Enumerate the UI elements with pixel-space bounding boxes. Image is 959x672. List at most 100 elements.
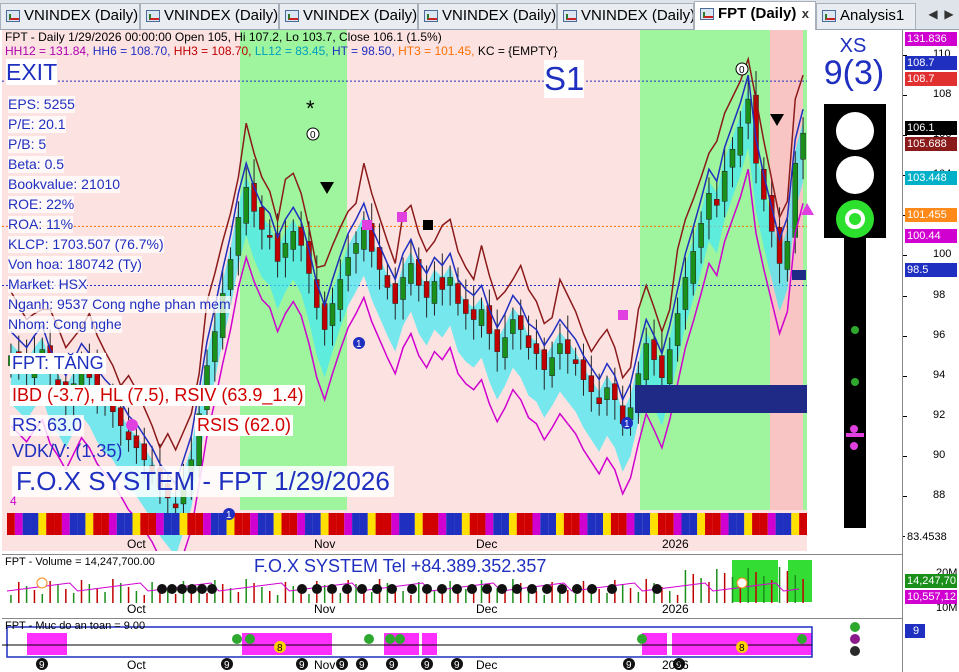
signal-strip-cell — [595, 513, 604, 535]
fundamental-item: Beta: 0.5 — [8, 156, 65, 173]
signal-zero-text: 0 — [310, 130, 316, 141]
chart-tab-icon — [700, 8, 714, 20]
volume-tag: 10,557,12 — [905, 590, 957, 604]
price-tag: 83.4538 — [905, 530, 957, 544]
candle-body — [431, 281, 438, 304]
candle-body — [361, 227, 367, 250]
tab-scroll-right-icon[interactable]: ▶ — [942, 6, 956, 22]
signal-strip-cell — [195, 513, 204, 535]
tab-5[interactable]: FPT (Daily) x — [694, 1, 816, 30]
xs-count: 9(3) — [823, 54, 885, 92]
fundamental-item: KLCP: 1703.507 (76.7%) — [8, 236, 164, 253]
axis-tick — [903, 95, 907, 97]
price-tag: 103.448 — [905, 171, 957, 185]
x-axis-label: 2026 — [662, 537, 689, 551]
signal-strip-cell — [446, 513, 455, 535]
black-square-icon — [423, 220, 433, 230]
black-dot-icon — [207, 584, 217, 594]
volume-pane[interactable]: Oct Nov Dec 2026 FPT - Volume = 14,247,700.… — [2, 554, 902, 616]
signal-strip-cell — [179, 513, 188, 535]
signal-strip-cell — [752, 513, 760, 535]
signal-strip-cell — [783, 513, 792, 535]
fundamental-item: ROE: 22% — [8, 196, 75, 213]
signal-strip-cell — [469, 513, 478, 535]
signal-strip-cell — [681, 513, 690, 535]
signal-strip-cell — [22, 513, 31, 535]
volume-highlight — [788, 560, 812, 602]
tab-label: VNINDEX (Daily) — [24, 7, 139, 24]
candle-body — [470, 309, 477, 320]
traffic-light-stand — [844, 238, 866, 528]
candle-body — [243, 187, 249, 224]
magenta-square-icon — [362, 220, 372, 230]
signal-strip-cell — [642, 513, 651, 535]
signal-strip-cell — [689, 513, 698, 535]
tab-4[interactable]: VNINDEX (Daily) — [557, 3, 694, 29]
signal-strip-cell — [250, 513, 258, 535]
candle-body — [345, 257, 351, 276]
candle-body — [408, 263, 414, 284]
chart-tab-icon — [563, 10, 577, 22]
signal-strip-cell — [501, 513, 509, 535]
axis-label: 96 — [933, 328, 946, 341]
axis-tick — [903, 295, 907, 297]
signal-strip-cell — [618, 513, 627, 535]
signal-strip-cell — [540, 513, 549, 535]
candle-body — [235, 217, 242, 256]
fundamental-item: Von hoa: 180742 (Ty) — [8, 256, 142, 273]
signal-strip-cell — [759, 513, 768, 535]
signal-strip-cell — [187, 513, 196, 535]
candle-body — [745, 98, 751, 124]
candle-body — [337, 279, 344, 310]
black-dot-icon — [312, 584, 322, 594]
legend-dot-icon — [850, 622, 860, 632]
axis-label: 100 — [933, 248, 952, 261]
signal-strip-cell — [156, 513, 164, 535]
tab-6[interactable]: Analysis1 — [816, 3, 916, 29]
candle-body — [729, 148, 736, 168]
x-axis-label: Oct — [127, 602, 146, 616]
price-chart-pane[interactable]: Oct Nov Dec 2026 1 1 1 0 0 FPT - Daily 1/29/2026… — [2, 30, 902, 551]
signal-strip-cell — [375, 513, 384, 535]
candle-body — [525, 335, 532, 348]
chart-header: FPT - Daily 1/29/2026 00:00:00 Open 105,… — [5, 30, 442, 44]
chart-tab-icon — [6, 10, 20, 22]
signal-strip-cell — [383, 513, 392, 535]
tel-label: F.O.X SYSTEM Tel +84.389.352.357 — [254, 556, 547, 576]
candle-body — [447, 277, 453, 286]
safety-nine-text: 9 — [424, 660, 430, 671]
tab-1[interactable]: VNINDEX (Daily) — [140, 3, 279, 29]
candle-body — [117, 407, 124, 427]
tab-scroll-left-icon[interactable]: ◀ — [926, 6, 940, 22]
trend-label: FPT: TĂNG — [10, 353, 106, 374]
signal-one-text: 1 — [624, 419, 630, 430]
tab-2[interactable]: VNINDEX (Daily) — [279, 3, 418, 29]
signal-strip-cell — [312, 513, 321, 535]
legend-dot-icon — [850, 646, 860, 656]
x-axis-label: Oct — [127, 537, 146, 551]
signal-strip-cell — [548, 513, 557, 535]
signal-strip-cell — [571, 513, 580, 535]
candle-body — [290, 231, 297, 250]
ibd-label: IBD (-3.7), HL (7.5), RSIV (63.9_1.4) — [10, 385, 306, 406]
signal-strip-cell — [61, 513, 70, 535]
black-dot-icon — [357, 584, 367, 594]
price-tag: 108.7 — [905, 56, 957, 70]
safety-nine-text: 9 — [39, 660, 45, 671]
x-axis-label: 2026 — [662, 602, 689, 616]
price-tag: 100.44 — [905, 229, 957, 243]
black-dot-icon — [467, 584, 477, 594]
safety-eight-text: 8 — [739, 643, 745, 654]
candle-body — [227, 259, 234, 290]
safety-pane[interactable]: 9 9 9 9 9 9 9 9 9 9 8 8 Oct Nov Dec 2026 FPT - Muc do a… — [2, 618, 902, 672]
legend-dot-icon — [850, 634, 860, 644]
close-tab-icon[interactable]: x — [802, 2, 809, 26]
safety-zone — [672, 633, 772, 655]
candle-body — [259, 207, 265, 230]
tab-0[interactable]: VNINDEX (Daily) — [0, 3, 140, 29]
black-dot-icon — [187, 584, 197, 594]
candle-body — [392, 283, 398, 304]
tab-3[interactable]: VNINDEX (Daily) — [418, 3, 557, 29]
black-dot-icon — [327, 584, 337, 594]
price-axis[interactable]: 11010810610410210098969492908886131.8361… — [902, 30, 959, 672]
